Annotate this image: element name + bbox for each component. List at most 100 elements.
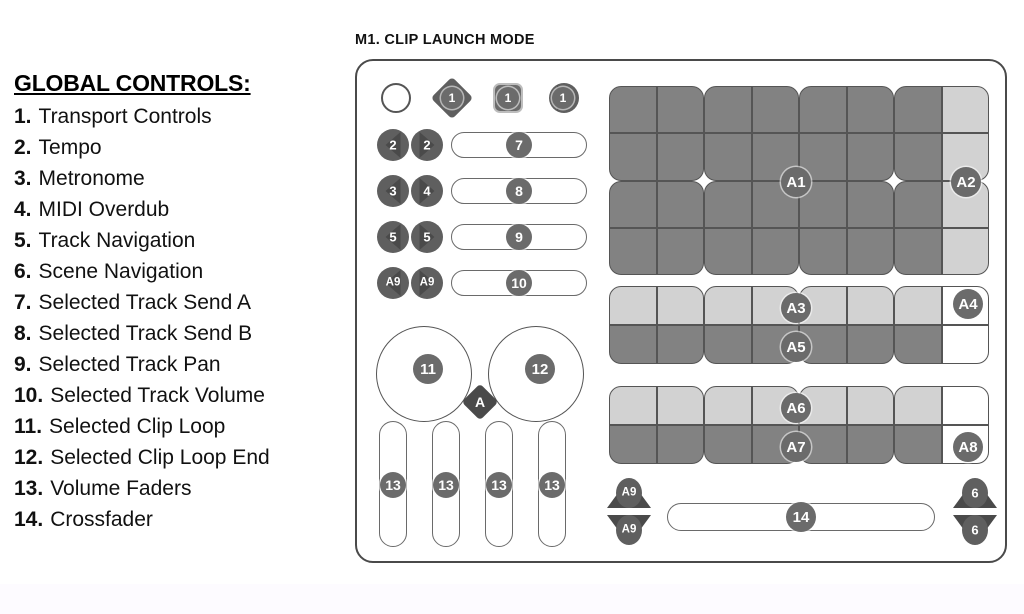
clip-pad[interactable] — [704, 133, 752, 181]
legend-item-number: 7. — [14, 291, 32, 314]
legend-item-label: Transport Controls — [38, 105, 212, 128]
clip-pad[interactable] — [799, 86, 847, 134]
grid-badge-a3: A3 — [781, 293, 811, 323]
scene-down-right-label: 6 — [971, 522, 979, 538]
clip-pad[interactable] — [846, 386, 894, 425]
clip-pad[interactable] — [704, 425, 752, 464]
nav-row-1-left-button[interactable]: 3 — [377, 175, 409, 207]
scene-down-left-button[interactable]: A9 — [607, 513, 651, 547]
clip-pad[interactable] — [941, 386, 989, 425]
device-panel: 1 1 1 2 2 7 3 4 8 5 5 9 A9 A9 10 11 12 A 13 13 13 13 A… — [355, 59, 1007, 563]
clip-pad[interactable] — [846, 325, 894, 364]
clip-pad[interactable] — [656, 386, 704, 425]
grid-badge-a7: A7 — [781, 432, 811, 462]
clip-pad[interactable] — [704, 227, 752, 275]
clip-pad[interactable] — [656, 180, 704, 228]
legend-item: 1. Transport Controls — [14, 101, 344, 132]
clip-pad[interactable] — [656, 286, 704, 325]
clip-pad[interactable] — [704, 180, 752, 228]
clip-pad[interactable] — [846, 180, 894, 228]
scene-down-right-button[interactable]: 6 — [953, 513, 997, 547]
nav-row-2-left-button[interactable]: 5 — [377, 221, 409, 253]
legend-item: 8. Selected Track Send B — [14, 318, 344, 349]
clip-pad[interactable] — [751, 227, 799, 275]
clip-pad[interactable] — [656, 325, 704, 364]
clip-pad[interactable] — [656, 133, 704, 181]
grid-badge-a5: A5 — [781, 332, 811, 362]
nav-row-2-right-button[interactable]: 5 — [411, 221, 443, 253]
nav-row-0-slider-label: 7 — [506, 132, 532, 158]
stop-button-label: 1 — [497, 87, 519, 109]
grid-badge-a1: A1 — [781, 167, 811, 197]
play-button-label: 1 — [552, 87, 574, 109]
stop-button[interactable]: 1 — [493, 83, 523, 113]
clip-pad[interactable] — [609, 227, 657, 275]
scene-up-right-button[interactable]: 6 — [953, 476, 997, 510]
clip-pad[interactable] — [656, 227, 704, 275]
clip-pad[interactable] — [894, 386, 942, 425]
clip-pad[interactable] — [894, 86, 942, 134]
legend-item: 9. Selected Track Pan — [14, 349, 344, 380]
legend-item-label: Selected Track Send A — [38, 291, 251, 314]
legend-item-label: Tempo — [38, 136, 102, 159]
volume-fader-4-label: 13 — [539, 472, 565, 498]
clip-pad[interactable] — [704, 325, 752, 364]
legend-item: 13. Volume Faders — [14, 473, 344, 504]
record-button[interactable]: 1 — [430, 76, 474, 120]
clip-pad[interactable] — [846, 286, 894, 325]
clip-pad[interactable] — [609, 86, 657, 134]
legend-item-number: 6. — [14, 260, 32, 283]
legend-item-label: Scene Navigation — [38, 260, 204, 283]
clip-pad[interactable] — [609, 180, 657, 228]
clip-pad[interactable] — [704, 86, 752, 134]
clip-loop-knob-label: 11 — [413, 354, 443, 384]
nav-row-1-right-button[interactable]: 4 — [411, 175, 443, 207]
page-root: GLOBAL CONTROLS: 1. Transport Controls 2. T… — [0, 0, 1024, 614]
clip-pad[interactable] — [846, 227, 894, 275]
clip-pad[interactable] — [894, 325, 942, 364]
legend-item-label: Metronome — [38, 167, 145, 190]
clip-pad[interactable] — [846, 133, 894, 181]
nav-row-3-slider-label: 10 — [506, 270, 532, 296]
clip-pad[interactable] — [846, 86, 894, 134]
clip-pad[interactable] — [894, 227, 942, 275]
clip-pad[interactable] — [609, 325, 657, 364]
clip-pad[interactable] — [846, 425, 894, 464]
legend-item: 4. MIDI Overdub — [14, 194, 344, 225]
legend-item-number: 10. — [14, 384, 44, 407]
nav-row-3-right-button[interactable]: A9 — [411, 267, 443, 299]
clip-pad[interactable] — [609, 286, 657, 325]
legend-item: 14. Crossfader — [14, 504, 344, 535]
clip-pad[interactable] — [894, 133, 942, 181]
legend-item: 12. Selected Clip Loop End — [14, 442, 344, 473]
nav-row-0-right-button[interactable]: 2 — [411, 129, 443, 161]
play-button[interactable]: 1 — [549, 83, 579, 113]
nav-row-3-left-button[interactable]: A9 — [377, 267, 409, 299]
clip-pad[interactable] — [941, 325, 989, 364]
grid-badge-a2: A2 — [951, 167, 981, 197]
clip-pad[interactable] — [894, 425, 942, 464]
blank-knob-button[interactable] — [381, 83, 411, 113]
legend-item-number: 11. — [14, 415, 43, 438]
nav-row-0-left-button[interactable]: 2 — [377, 129, 409, 161]
clip-pad[interactable] — [609, 425, 657, 464]
clip-pad[interactable] — [656, 425, 704, 464]
clip-pad[interactable] — [894, 286, 942, 325]
clip-pad[interactable] — [609, 133, 657, 181]
legend-item: 2. Tempo — [14, 132, 344, 163]
clip-pad[interactable] — [656, 86, 704, 134]
clip-pad[interactable] — [894, 180, 942, 228]
legend-item-label: Selected Clip Loop — [49, 415, 226, 438]
scene-up-left-button[interactable]: A9 — [607, 476, 651, 510]
clip-pad[interactable] — [941, 86, 989, 134]
legend-list: 1. Transport Controls 2. Tempo 3. Metronome 4.… — [14, 101, 344, 535]
clip-pad[interactable] — [751, 86, 799, 134]
clip-pad[interactable] — [704, 286, 752, 325]
nav-row-1-right-button-label: 4 — [423, 183, 431, 199]
clip-pad[interactable] — [941, 227, 989, 275]
legend-item-number: 13. — [14, 477, 44, 500]
clip-pad[interactable] — [704, 386, 752, 425]
clip-pad[interactable] — [609, 386, 657, 425]
scene-up-left-label: A9 — [621, 486, 637, 499]
clip-pad[interactable] — [799, 227, 847, 275]
